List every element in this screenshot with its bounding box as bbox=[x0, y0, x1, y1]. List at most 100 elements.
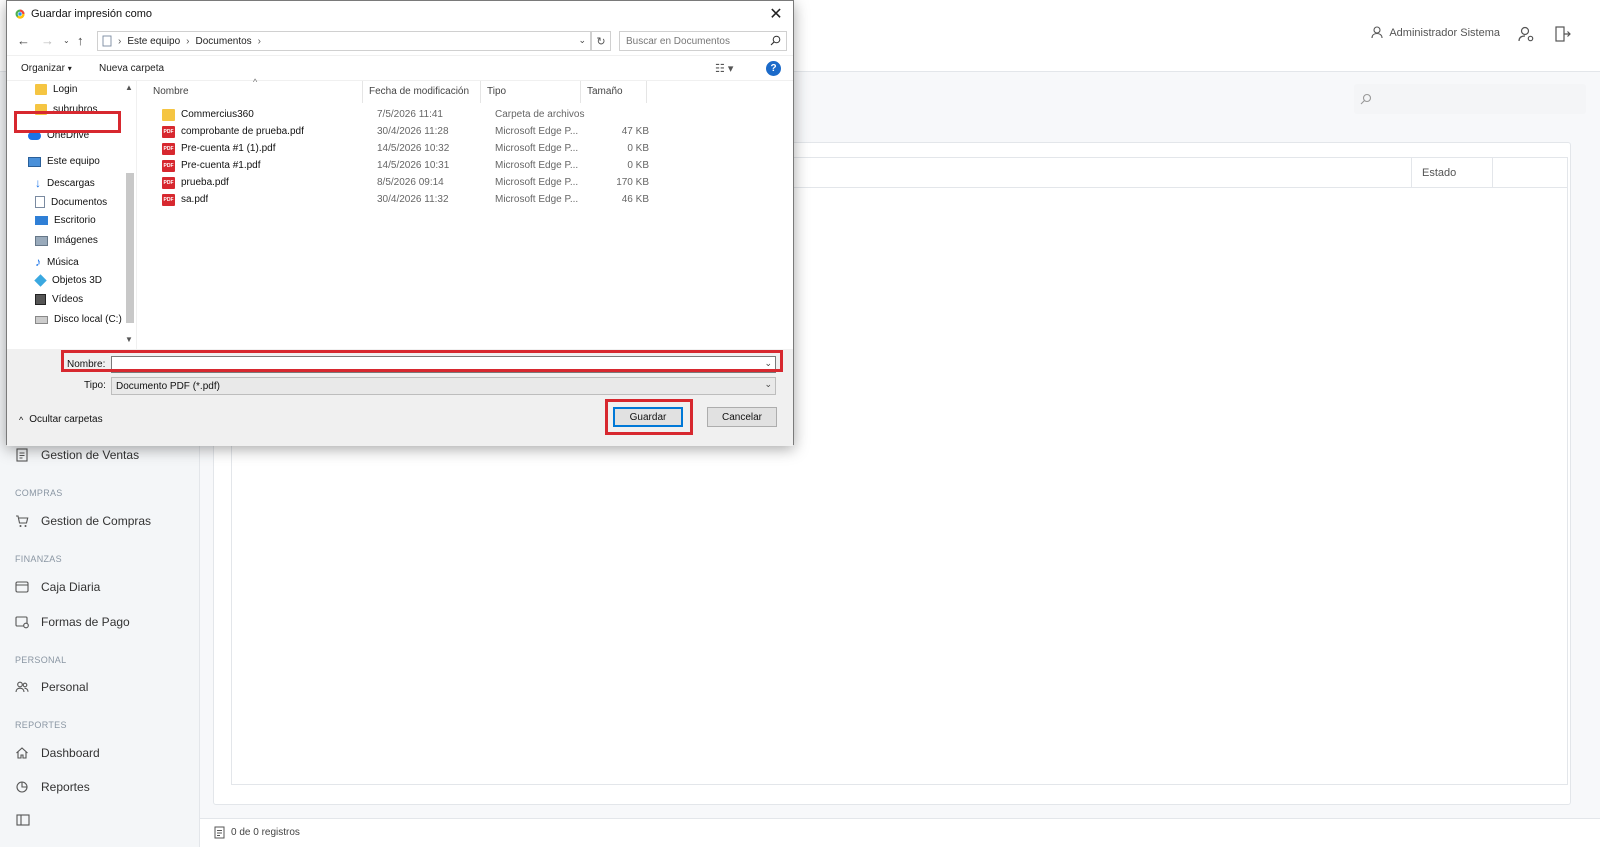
tree-scrollbar[interactable]: ▲ ▼ bbox=[123, 81, 136, 349]
sidebar-item-label: Dashboard bbox=[41, 746, 100, 760]
tree-item-descargas[interactable]: ↓ Descargas bbox=[35, 176, 95, 190]
file-row[interactable]: PDF comprobante de prueba.pdf 30/4/2026 … bbox=[137, 124, 793, 141]
chevron-down-icon: ⌄ bbox=[764, 379, 772, 389]
chevron-up-icon: ^ bbox=[19, 414, 24, 425]
file-name: Commercius360 bbox=[181, 109, 254, 120]
tree-item-label: Imágenes bbox=[54, 235, 98, 246]
refresh-button[interactable]: ↻ bbox=[591, 31, 611, 51]
file-row[interactable]: PDF prueba.pdf 8/5/2026 09:14 Microsoft … bbox=[137, 175, 793, 192]
tree-item-videos[interactable]: Vídeos bbox=[35, 294, 83, 305]
document-icon bbox=[16, 448, 28, 462]
file-date: 14/5/2026 10:32 bbox=[377, 143, 450, 154]
tree-item-disco-local[interactable]: Disco local (C:) bbox=[35, 314, 122, 325]
highlight-save bbox=[605, 399, 693, 435]
tree-item-documentos[interactable]: Documentos bbox=[35, 196, 107, 208]
hide-folders-label: Ocultar carpetas bbox=[29, 414, 103, 425]
column-header-date[interactable]: Fecha de modificación bbox=[363, 81, 481, 103]
dialog-bottom: Nombre: ⌄ Tipo: Documento PDF (*.pdf) ⌄ … bbox=[7, 349, 793, 446]
scroll-up-icon[interactable]: ▲ bbox=[125, 83, 133, 92]
tree-item-musica[interactable]: ♪ Música bbox=[35, 255, 79, 269]
sidebar-item-label: Gestion de Compras bbox=[41, 514, 152, 528]
folder-icon bbox=[162, 109, 175, 121]
file-type: Microsoft Edge P... bbox=[495, 194, 579, 205]
filetype-select[interactable]: Documento PDF (*.pdf) ⌄ bbox=[111, 377, 776, 395]
sidebar-item-label: Personal bbox=[41, 680, 89, 694]
user-menu[interactable]: Administrador Sistema bbox=[1371, 26, 1500, 39]
cancel-button[interactable]: Cancelar bbox=[707, 407, 777, 427]
tree-item-imagenes[interactable]: Imágenes bbox=[35, 235, 98, 246]
sidebar-item-label: Caja Diaria bbox=[41, 580, 101, 594]
hide-folders-button[interactable]: ^ Ocultar carpetas bbox=[19, 414, 103, 425]
file-row[interactable]: PDF Pre-cuenta #1 (1).pdf 14/5/2026 10:3… bbox=[137, 141, 793, 158]
save-as-dialog: Guardar impresión como ✕ ← → ⌄ ↑ › Este … bbox=[6, 0, 794, 446]
tree-item-label: Descargas bbox=[47, 177, 95, 189]
view-options-icon[interactable]: ☷ ▾ bbox=[715, 62, 733, 75]
close-button[interactable]: ✕ bbox=[759, 1, 793, 27]
organize-label: Organizar bbox=[21, 63, 65, 74]
user-icon bbox=[1371, 26, 1383, 39]
main-search-input[interactable] bbox=[1354, 84, 1586, 114]
tree-item-label: Objetos 3D bbox=[52, 275, 103, 286]
sidebar-item-gestion-ventas[interactable]: Gestion de Ventas bbox=[15, 448, 139, 462]
user-settings-icon[interactable] bbox=[1516, 24, 1536, 44]
sidebar-item-gestion-compras[interactable]: Gestion de Compras bbox=[15, 514, 151, 528]
image-icon bbox=[35, 235, 48, 246]
sidebar-item-personal[interactable]: Personal bbox=[15, 680, 88, 694]
recent-locations-icon[interactable]: ⌄ bbox=[63, 36, 70, 45]
filetype-value: Documento PDF (*.pdf) bbox=[116, 381, 220, 392]
scrollbar-thumb[interactable] bbox=[126, 173, 134, 323]
highlight-filename bbox=[61, 350, 783, 372]
documents-icon bbox=[102, 35, 112, 47]
organize-button[interactable]: Organizar ▾ bbox=[21, 63, 72, 74]
forward-arrow-icon[interactable]: → bbox=[41, 33, 54, 48]
tree-item-este-equipo[interactable]: Este equipo bbox=[28, 156, 100, 167]
highlight-documentos bbox=[14, 111, 121, 133]
breadcrumb-separator: › bbox=[186, 35, 190, 47]
file-date: 30/4/2026 11:32 bbox=[377, 194, 449, 205]
tree-item-objetos-3d[interactable]: Objetos 3D bbox=[34, 274, 103, 287]
address-bar[interactable]: › Este equipo › Documentos › ⌄ bbox=[97, 31, 591, 51]
column-header-type[interactable]: Tipo bbox=[481, 81, 581, 103]
help-icon[interactable]: ? bbox=[766, 61, 781, 76]
sidebar-item-formas-pago[interactable]: Formas de Pago bbox=[15, 615, 130, 629]
dialog-search-input[interactable]: Buscar en Documentos bbox=[619, 31, 787, 51]
column-header-name[interactable]: Nombre bbox=[147, 81, 363, 103]
tree-item-login[interactable]: Login bbox=[35, 84, 77, 95]
file-type: Microsoft Edge P... bbox=[495, 143, 579, 154]
sidebar-item-reportes[interactable]: Reportes bbox=[15, 780, 90, 794]
dialog-title: Guardar impresión como bbox=[31, 8, 153, 20]
file-type: Carpeta de archivos bbox=[495, 109, 585, 120]
tree-item-label: Documentos bbox=[51, 196, 108, 208]
cash-icon bbox=[15, 581, 29, 593]
new-folder-button[interactable]: Nueva carpeta bbox=[99, 63, 164, 74]
logout-icon[interactable] bbox=[1552, 24, 1572, 44]
up-arrow-icon[interactable]: ↑ bbox=[77, 33, 84, 48]
chevron-down-icon: ▾ bbox=[67, 64, 72, 73]
breadcrumb-documentos[interactable]: Documentos bbox=[196, 36, 252, 47]
sidebar-section-reportes: REPORTES bbox=[15, 720, 67, 730]
address-row: ← → ⌄ ↑ › Este equipo › Documentos › ⌄ ↻… bbox=[7, 27, 793, 55]
file-row[interactable]: PDF Pre-cuenta #1.pdf 14/5/2026 10:31 Mi… bbox=[137, 158, 793, 175]
sidebar-item-caja-diaria[interactable]: Caja Diaria bbox=[15, 580, 100, 594]
tree-item-escritorio[interactable]: Escritorio bbox=[35, 215, 96, 226]
breadcrumb-este-equipo[interactable]: Este equipo bbox=[127, 36, 180, 47]
file-type: Microsoft Edge P... bbox=[495, 126, 579, 137]
back-arrow-icon[interactable]: ← bbox=[17, 33, 30, 48]
sidebar-item-label: Reportes bbox=[41, 780, 90, 794]
sidebar-item-dashboard[interactable]: Dashboard bbox=[15, 746, 100, 760]
records-count: 0 de 0 registros bbox=[214, 826, 300, 839]
search-icon bbox=[770, 35, 781, 46]
file-name: Pre-cuenta #1 (1).pdf bbox=[181, 143, 276, 154]
column-header-size[interactable]: Tamaño bbox=[581, 81, 647, 103]
file-row[interactable]: Commercius360 7/5/2026 11:41 Carpeta de … bbox=[137, 107, 793, 124]
collapse-sidebar-icon[interactable] bbox=[16, 814, 30, 826]
report-icon bbox=[16, 781, 28, 793]
payment-icon bbox=[15, 616, 29, 629]
column-header-estado[interactable]: Estado bbox=[1411, 158, 1493, 188]
address-dropdown-icon[interactable]: ⌄ bbox=[578, 35, 586, 46]
scroll-down-icon[interactable]: ▼ bbox=[125, 335, 133, 344]
dialog-titlebar[interactable]: Guardar impresión como ✕ bbox=[7, 1, 793, 27]
video-icon bbox=[35, 294, 46, 305]
pdf-icon: PDF bbox=[162, 160, 175, 172]
file-row[interactable]: PDF sa.pdf 30/4/2026 11:32 Microsoft Edg… bbox=[137, 192, 793, 209]
